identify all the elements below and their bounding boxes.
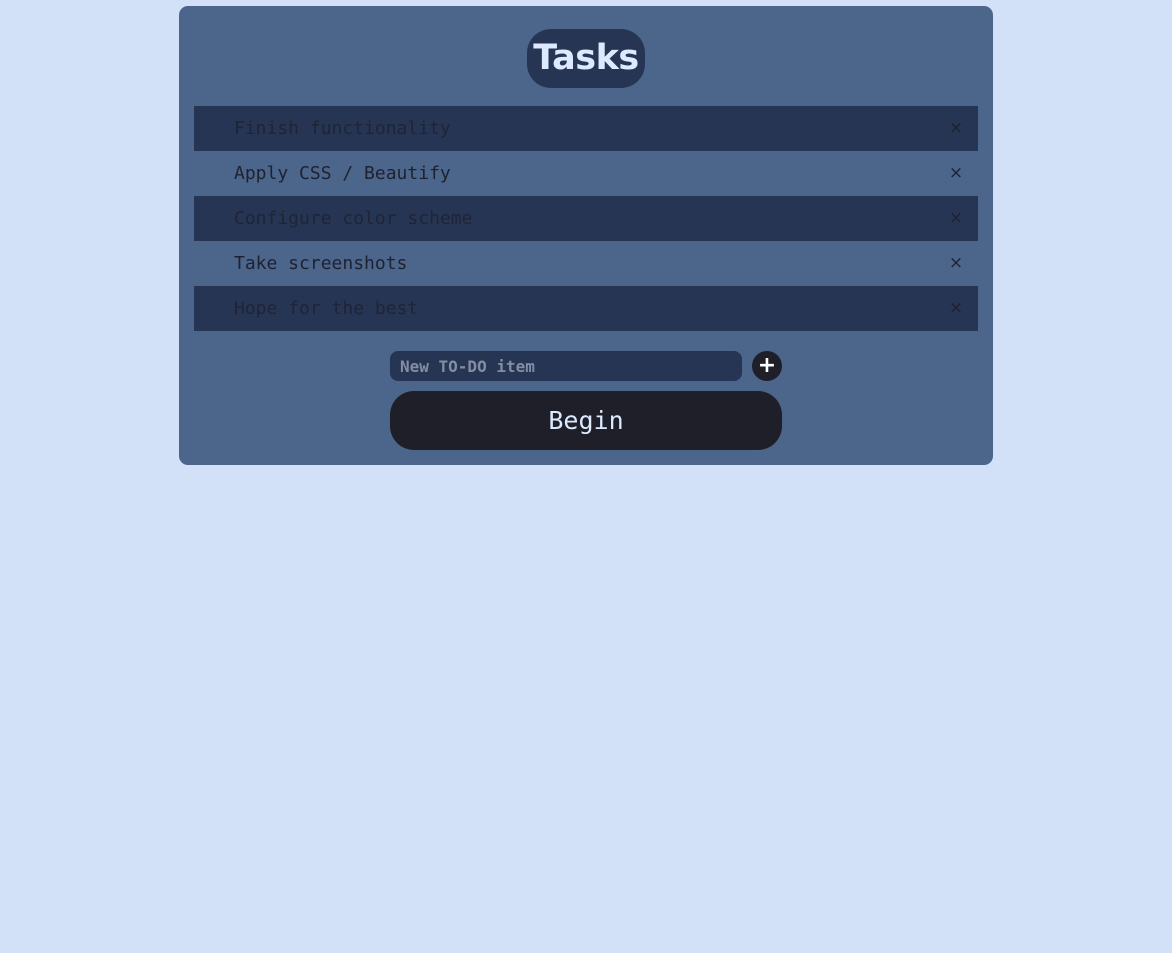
page-title: Tasks [527, 29, 645, 88]
close-icon[interactable]: × [948, 241, 964, 286]
new-todo-input[interactable] [390, 351, 742, 381]
close-icon[interactable]: × [948, 286, 964, 331]
close-icon[interactable]: × [948, 151, 964, 196]
plus-icon: + [757, 353, 777, 378]
begin-button[interactable]: Begin [390, 391, 782, 450]
todo-card: Tasks Finish functionality × Apply CSS /… [179, 6, 993, 465]
task-label: Take screenshots [234, 253, 408, 274]
task-row[interactable]: Apply CSS / Beautify × [194, 151, 978, 196]
task-label: Hope for the best [234, 298, 419, 319]
task-row[interactable]: Take screenshots × [194, 241, 978, 286]
task-label: Configure color scheme [234, 208, 473, 229]
task-row[interactable]: Finish functionality × [194, 106, 978, 151]
close-icon[interactable]: × [948, 106, 964, 151]
task-label: Apply CSS / Beautify [234, 163, 451, 184]
close-icon[interactable]: × [948, 196, 964, 241]
add-item-button[interactable]: + [752, 351, 782, 381]
task-row[interactable]: Configure color scheme × [194, 196, 978, 241]
task-label: Finish functionality [234, 118, 451, 139]
task-list: Finish functionality × Apply CSS / Beaut… [194, 106, 978, 331]
task-row[interactable]: Hope for the best × [194, 286, 978, 331]
